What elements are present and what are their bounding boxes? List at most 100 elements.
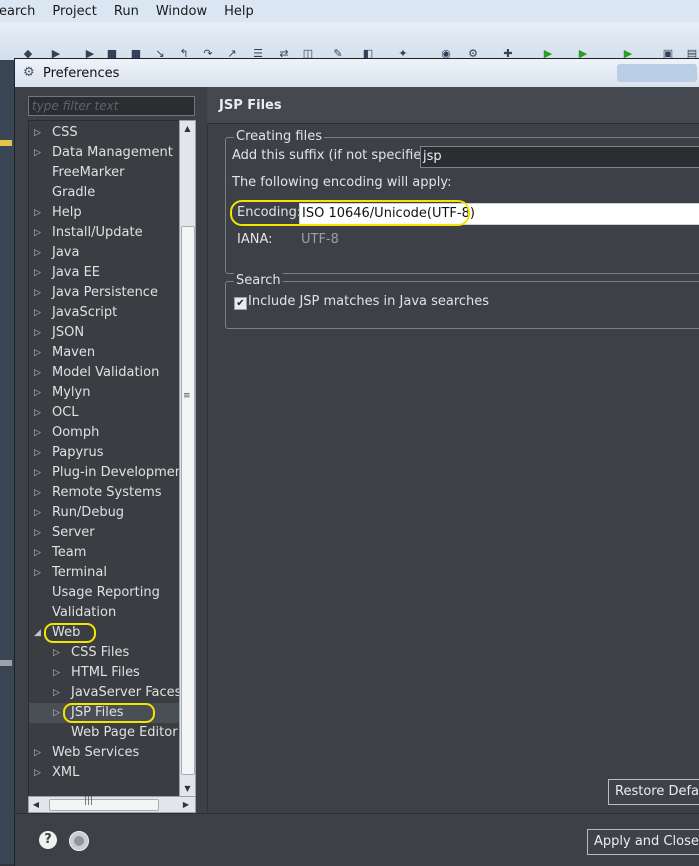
menu-search[interactable]: earch [0, 4, 45, 19]
preferences-tree: ▷ CSS ▷ Data Management FreeMarker Gradle ▷ Hel… [28, 120, 182, 798]
expand-arrow-icon[interactable]: ▷ [34, 423, 46, 443]
menu-project[interactable]: Project [45, 4, 106, 19]
tree-item-label: Papyrus [52, 445, 104, 460]
tree-item[interactable]: Validation [29, 603, 179, 623]
expand-arrow-icon[interactable]: ▷ [34, 483, 46, 503]
tree-item[interactable]: Gradle [29, 183, 179, 203]
tree-horizontal-scrollbar[interactable]: ◀ ||| ▶ [28, 796, 196, 813]
expand-arrow-icon[interactable]: ▷ [34, 443, 46, 463]
tree-item[interactable]: ▷ Help [29, 203, 179, 223]
creating-files-legend: Creating files [234, 129, 325, 145]
expand-arrow-icon[interactable]: ▷ [53, 643, 65, 663]
expand-arrow-icon[interactable]: ▷ [34, 263, 46, 283]
tree-item[interactable]: ▷ Run/Debug [29, 503, 179, 523]
scroll-left-icon[interactable]: ◀ [29, 797, 43, 812]
tree-item[interactable]: ▷ Data Management [29, 143, 179, 163]
expand-arrow-icon[interactable]: ▷ [34, 503, 46, 523]
tree-item[interactable]: ▷ Java [29, 243, 179, 263]
expand-arrow-icon[interactable]: ▷ [34, 123, 46, 143]
tree-item[interactable]: ▷ OCL [29, 403, 179, 423]
tree-item[interactable]: ▷ Plug-in Development [29, 463, 182, 483]
iana-label: IANA: [237, 232, 273, 247]
apply-and-close-button[interactable]: Apply and Close [587, 829, 699, 855]
tree-item[interactable]: ▷ CSS [29, 123, 179, 143]
tree-item-label: XML [52, 765, 80, 780]
tree-item[interactable]: ◢ Web [29, 623, 179, 643]
menu-run[interactable]: Run [107, 4, 149, 19]
tree-item[interactable]: ▷ XML [29, 763, 179, 783]
scroll-right-icon[interactable]: ▶ [179, 797, 193, 812]
marker [0, 140, 12, 146]
expand-arrow-icon[interactable]: ▷ [34, 363, 46, 383]
expand-arrow-icon[interactable]: ▷ [34, 463, 46, 483]
tree-item[interactable]: ▷ Remote Systems [29, 483, 179, 503]
tree-item[interactable]: ▷ Terminal [29, 563, 179, 583]
expand-arrow-icon[interactable]: ▷ [34, 203, 46, 223]
expand-arrow-icon[interactable]: ▷ [34, 743, 46, 763]
expand-arrow-icon[interactable]: ▷ [34, 403, 46, 423]
tree-item[interactable]: ▷ JavaScript [29, 303, 179, 323]
tree-item[interactable]: Usage Reporting [29, 583, 179, 603]
creating-files-group: Creating files Add this suffix (if not s… [225, 129, 699, 274]
window-controls[interactable] [617, 64, 697, 82]
expand-arrow-icon[interactable]: ▷ [34, 303, 46, 323]
scroll-up-icon[interactable]: ▲ [180, 121, 195, 136]
tree-item[interactable]: Web Page Editor [29, 723, 179, 743]
record-macro-icon[interactable] [69, 831, 89, 851]
tree-item-label: CSS [52, 125, 78, 140]
scroll-thumb[interactable] [49, 799, 159, 811]
expand-arrow-icon[interactable]: ▷ [34, 143, 46, 163]
filter-input[interactable]: type filter text [28, 96, 195, 116]
include-jsp-label[interactable]: Include JSP matches in Java searches [248, 294, 489, 309]
suffix-input[interactable]: jsp [420, 146, 699, 168]
tree-item[interactable]: ▷ Papyrus [29, 443, 179, 463]
restore-defaults-button[interactable]: Restore Defaul [608, 779, 699, 805]
expand-arrow-icon[interactable]: ▷ [34, 243, 46, 263]
expand-arrow-icon[interactable]: ▷ [34, 383, 46, 403]
expand-arrow-icon[interactable]: ▷ [34, 563, 46, 583]
tree-item-label: JavaServer Faces T [71, 685, 182, 700]
help-icon[interactable]: ? [39, 831, 57, 849]
page-title: JSP Files [219, 98, 282, 113]
tree-item-label: Gradle [52, 185, 96, 200]
tree-item[interactable]: ▷ JSP Files [29, 703, 179, 723]
include-jsp-checkbox[interactable]: ✔ [234, 297, 247, 310]
tree-item[interactable]: ▷ JSON [29, 323, 179, 343]
search-group: Search ✔ Include JSP matches in Java sea… [225, 273, 699, 329]
expand-arrow-icon[interactable]: ▷ [34, 223, 46, 243]
scroll-down-icon[interactable]: ▼ [180, 781, 195, 796]
expand-arrow-icon[interactable]: ▷ [53, 663, 65, 683]
tree-item[interactable]: ▷ Install/Update [29, 223, 179, 243]
expand-arrow-icon[interactable]: ▷ [34, 323, 46, 343]
tree-item[interactable]: ▷ Maven [29, 343, 179, 363]
tree-item[interactable]: FreeMarker [29, 163, 179, 183]
tree-item[interactable]: ▷ Web Services [29, 743, 179, 763]
tree-item[interactable]: ▷ JavaServer Faces T [29, 683, 182, 703]
tree-item[interactable]: ▷ Server [29, 523, 179, 543]
tree-item[interactable]: ▷ Model Validation [29, 363, 179, 383]
tree-item[interactable]: ▷ Mylyn [29, 383, 179, 403]
expand-arrow-icon[interactable]: ▷ [34, 343, 46, 363]
scroll-thumb[interactable] [181, 226, 195, 775]
tree-item[interactable]: ▷ Java EE [29, 263, 179, 283]
grip-icon: ||| [84, 796, 94, 806]
tree-item-label: Plug-in Development [52, 465, 182, 480]
tree-item-label: Data Management [52, 145, 173, 160]
tree-item-label: Java Persistence [52, 285, 158, 300]
dialog-titlebar[interactable]: ⚙ Preferences [15, 59, 699, 87]
expand-arrow-icon[interactable]: ▷ [34, 543, 46, 563]
expand-arrow-icon[interactable]: ▷ [53, 683, 65, 703]
menu-help[interactable]: Help [217, 4, 264, 19]
tree-item-label: FreeMarker [52, 165, 125, 180]
expand-arrow-icon[interactable]: ▷ [34, 283, 46, 303]
tree-item[interactable]: ▷ HTML Files [29, 663, 179, 683]
tree-item-label: Help [52, 205, 82, 220]
tree-item[interactable]: ▷ Java Persistence [29, 283, 179, 303]
expand-arrow-icon[interactable]: ▷ [34, 763, 46, 783]
tree-item[interactable]: ▷ CSS Files [29, 643, 179, 663]
tree-item[interactable]: ▷ Team [29, 543, 179, 563]
tree-vertical-scrollbar[interactable]: ▲ ≡ ▼ [179, 120, 196, 798]
expand-arrow-icon[interactable]: ▷ [34, 523, 46, 543]
menu-window[interactable]: Window [149, 4, 217, 19]
tree-item[interactable]: ▷ Oomph [29, 423, 179, 443]
